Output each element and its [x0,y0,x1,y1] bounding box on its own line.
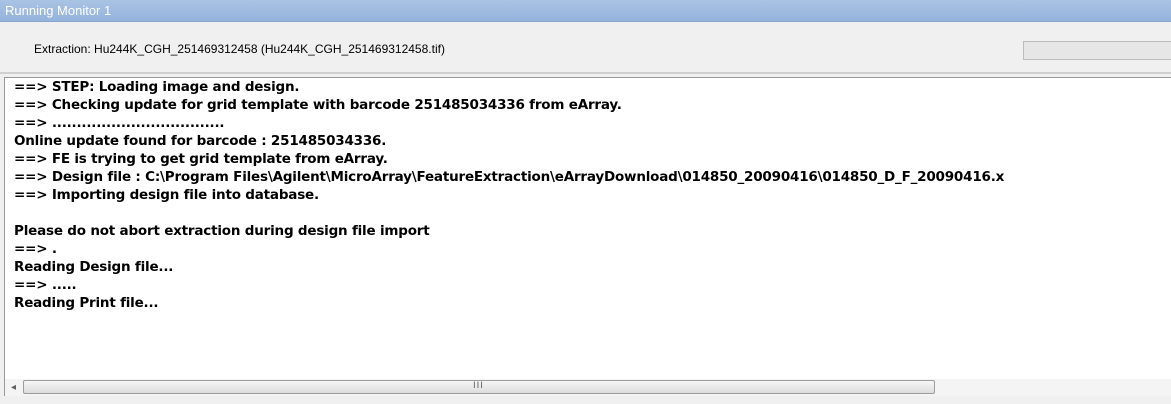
grip-icon: III [473,381,484,391]
log-line: Online update found for barcode : 251485… [14,133,387,149]
window-bottom-edge [0,396,1171,404]
horizontal-scrollbar[interactable]: ◂ III [4,379,1171,396]
log-line: ==> ................................... [14,115,225,131]
progress-bar [1023,41,1171,60]
log-line: ==> ..... [14,277,77,293]
extraction-header: Extraction: Hu244K_CGH_251469312458 (Hu2… [0,22,1171,72]
log-line: Please do not abort extraction during de… [14,223,430,239]
log-line: ==> STEP: Loading image and design. [14,79,300,95]
window-title: Running Monitor 1 [5,3,112,18]
log-line: ==> Importing design file into database. [14,187,319,203]
log-line: Reading Print file... [14,295,159,311]
scroll-left-arrow-icon[interactable]: ◂ [5,379,22,396]
log-line: ==> FE is trying to get grid template fr… [14,151,388,167]
divider [0,72,1171,74]
title-bar: Running Monitor 1 [0,0,1171,22]
log-line: ==> Checking update for grid template wi… [14,97,622,113]
log-line: Reading Design file... [14,259,174,275]
log-line: ==> Design file : C:\Program Files\Agile… [14,169,1005,185]
scrollbar-thumb[interactable]: III [23,380,935,394]
log-line: ==> . [14,241,57,257]
log-output[interactable]: ==> STEP: Loading image and design. ==> … [4,77,1171,379]
extraction-label: Extraction: Hu244K_CGH_251469312458 (Hu2… [34,42,445,56]
